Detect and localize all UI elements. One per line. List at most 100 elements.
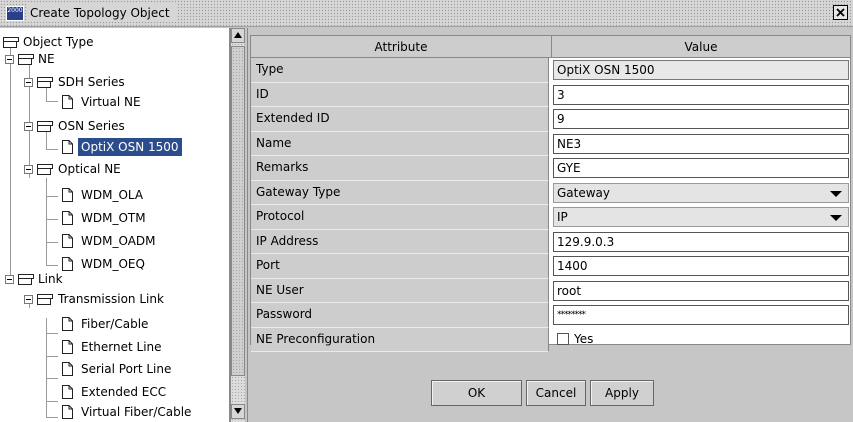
tree-scrollbar[interactable] bbox=[230, 28, 245, 422]
port-field[interactable]: 1400 bbox=[553, 256, 849, 276]
tree-item-label: WDM_OLA bbox=[81, 188, 144, 202]
collapse-icon[interactable] bbox=[5, 275, 14, 284]
tree-item-label: WDM_OEQ bbox=[81, 257, 145, 271]
table-row: Port 1400 bbox=[251, 254, 850, 279]
document-icon bbox=[62, 211, 73, 225]
document-icon bbox=[62, 140, 73, 154]
attribute-cell: Name bbox=[251, 131, 549, 156]
tree-item-wdm-oadm[interactable]: WDM_OADM bbox=[0, 232, 159, 250]
tree-item-wdm-otm[interactable]: WDM_OTM bbox=[0, 209, 149, 227]
arrow-up-icon bbox=[234, 32, 242, 38]
protocol-value: IP bbox=[557, 210, 568, 224]
tree-item-osn-series[interactable]: OSN Series bbox=[0, 117, 128, 135]
collapse-icon[interactable] bbox=[5, 55, 14, 64]
dropdown-arrow-icon[interactable] bbox=[830, 215, 842, 221]
attribute-table: Attribute Value Type OptiX OSN 1500 ID 3… bbox=[250, 35, 851, 352]
tree-item-link[interactable]: Link bbox=[0, 270, 66, 288]
attribute-cell: ID bbox=[251, 82, 549, 107]
tree-item-sdh-series[interactable]: SDH Series bbox=[0, 73, 128, 91]
tree-item-serial-port-line[interactable]: Serial Port Line bbox=[0, 360, 174, 378]
ne-preconfiguration-checkbox[interactable]: Yes bbox=[553, 330, 849, 350]
tree-item-label: NE bbox=[38, 52, 55, 66]
document-icon bbox=[62, 188, 73, 202]
attribute-cell: Extended ID bbox=[251, 107, 549, 132]
apply-button[interactable]: Apply bbox=[590, 380, 654, 406]
attribute-cell: IP Address bbox=[251, 229, 549, 254]
folder-icon bbox=[37, 121, 53, 132]
table-row: Gateway Type Gateway bbox=[251, 180, 850, 205]
title-bar[interactable]: 2000 Create Topology Object bbox=[0, 0, 853, 27]
tree-item-label: Virtual NE bbox=[81, 95, 141, 109]
object-type-tree[interactable]: Object Type NE SDH Series Virtual NE OSN… bbox=[0, 28, 230, 422]
button-bar: OK Cancel Apply bbox=[248, 380, 853, 420]
document-icon bbox=[62, 405, 73, 419]
tree-item-label: WDM_OADM bbox=[81, 234, 156, 248]
cancel-button[interactable]: Cancel bbox=[526, 380, 586, 406]
tree-item-label: Link bbox=[38, 272, 63, 286]
dropdown-arrow-icon[interactable] bbox=[830, 190, 842, 197]
tree-item-label: OSN Series bbox=[58, 119, 125, 133]
tree-item-fiber-cable[interactable]: Fiber/Cable bbox=[0, 315, 151, 333]
tree-item-label: Serial Port Line bbox=[81, 362, 172, 376]
table-row: Password ******** bbox=[251, 303, 850, 328]
tree-item-label: Extended ECC bbox=[81, 385, 167, 399]
attribute-cell: Password bbox=[251, 303, 549, 328]
attribute-cell: Port bbox=[251, 254, 549, 279]
folder-icon bbox=[18, 54, 34, 65]
id-field[interactable]: 3 bbox=[553, 84, 849, 105]
document-icon bbox=[62, 95, 73, 109]
tree-item-label: OptiX OSN 1500 bbox=[78, 138, 182, 156]
tree-item-virtual-ne[interactable]: Virtual NE bbox=[0, 93, 144, 111]
tree-item-transmission-link[interactable]: Transmission Link bbox=[0, 290, 167, 308]
table-row: Name NE3 bbox=[251, 131, 850, 156]
ne-user-field[interactable]: root bbox=[553, 280, 849, 301]
collapse-icon[interactable] bbox=[24, 78, 33, 87]
remarks-field[interactable]: GYE bbox=[553, 158, 849, 178]
folder-icon bbox=[37, 164, 53, 175]
gateway-type-select[interactable]: Gateway bbox=[553, 182, 849, 203]
attribute-panel: Attribute Value Type OptiX OSN 1500 ID 3… bbox=[247, 28, 853, 422]
tree-item-label: SDH Series bbox=[58, 75, 125, 89]
table-row: ID 3 bbox=[251, 82, 850, 107]
name-field[interactable]: NE3 bbox=[553, 133, 849, 154]
attribute-column-header[interactable]: Attribute bbox=[251, 36, 552, 58]
collapse-icon[interactable] bbox=[24, 122, 33, 131]
attribute-cell: NE User bbox=[251, 278, 549, 303]
scroll-down-button[interactable] bbox=[231, 404, 245, 419]
password-field[interactable]: ******** bbox=[553, 305, 849, 325]
tree-root[interactable]: Object Type bbox=[0, 33, 96, 51]
scroll-up-button[interactable] bbox=[231, 28, 245, 43]
close-icon bbox=[836, 8, 845, 17]
close-button[interactable] bbox=[833, 5, 848, 20]
table-row: Extended ID 9 bbox=[251, 107, 850, 132]
tree-item-ethernet-line[interactable]: Ethernet Line bbox=[0, 338, 165, 356]
attribute-cell: Type bbox=[251, 58, 549, 83]
folder-icon bbox=[37, 77, 53, 88]
extended-id-field[interactable]: 9 bbox=[553, 109, 849, 129]
collapse-icon[interactable] bbox=[24, 295, 33, 304]
scroll-thumb[interactable] bbox=[231, 46, 245, 376]
type-field: OptiX OSN 1500 bbox=[553, 60, 849, 80]
tree-item-label: Object Type bbox=[23, 35, 94, 49]
protocol-select[interactable]: IP bbox=[553, 207, 849, 227]
tree-item-optical-ne[interactable]: Optical NE bbox=[0, 160, 124, 178]
ok-button[interactable]: OK bbox=[431, 380, 522, 406]
tree-item-label: Transmission Link bbox=[58, 292, 164, 306]
table-row: Type OptiX OSN 1500 bbox=[251, 58, 850, 83]
value-column-header[interactable]: Value bbox=[552, 36, 850, 58]
collapse-icon[interactable] bbox=[24, 165, 33, 174]
tree-item-extended-ecc[interactable]: Extended ECC bbox=[0, 383, 169, 401]
tree-item-ne[interactable]: NE bbox=[0, 50, 58, 68]
folder-icon bbox=[18, 274, 34, 285]
document-icon bbox=[62, 234, 73, 248]
gateway-type-value: Gateway bbox=[557, 185, 611, 200]
table-row: IP Address 129.9.0.3 bbox=[251, 229, 850, 254]
ip-address-field[interactable]: 129.9.0.3 bbox=[553, 231, 849, 252]
checkbox-icon[interactable] bbox=[557, 332, 569, 345]
document-icon bbox=[62, 340, 73, 354]
table-row: NE User root bbox=[251, 278, 850, 303]
tree-item-optix-osn-1500[interactable]: OptiX OSN 1500 bbox=[0, 138, 182, 156]
tree-item-virtual-fiber-cable[interactable]: Virtual Fiber/Cable bbox=[0, 403, 194, 421]
tree-item-wdm-ola[interactable]: WDM_OLA bbox=[0, 186, 146, 204]
attribute-cell: Protocol bbox=[251, 205, 549, 230]
